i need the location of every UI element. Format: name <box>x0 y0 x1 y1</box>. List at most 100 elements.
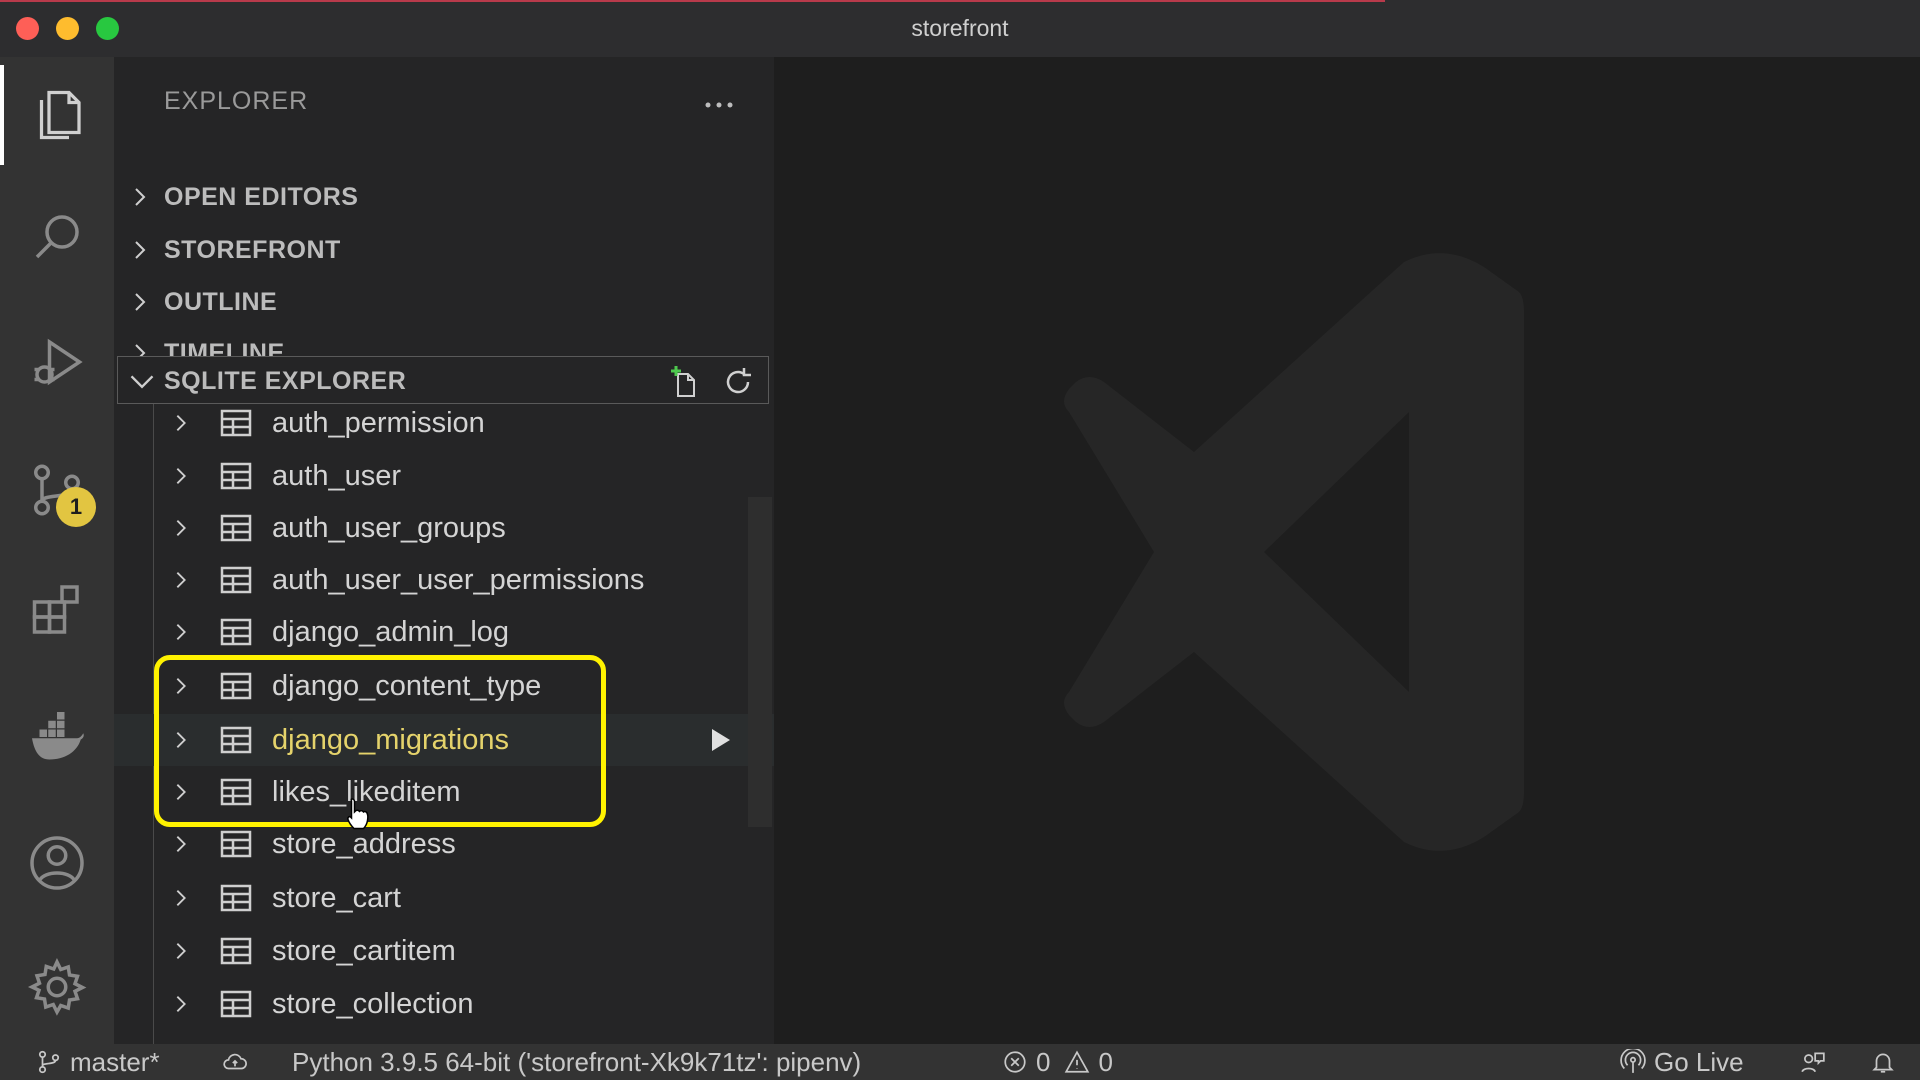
table-row-hovered[interactable]: django_migrations <box>114 714 774 766</box>
explorer-activity[interactable] <box>0 65 114 165</box>
error-icon <box>1004 1051 1026 1073</box>
table-icon <box>220 566 252 594</box>
section-open-editors[interactable]: OPEN EDITORS <box>114 171 774 223</box>
accounts-activity[interactable] <box>0 813 114 913</box>
section-label: SQLITE EXPLORER <box>164 367 407 395</box>
table-name: store_cartitem <box>272 934 456 967</box>
table-name: django_content_type <box>272 669 542 702</box>
source-control-activity[interactable] <box>0 440 114 540</box>
chevron-right-icon <box>176 836 186 852</box>
more-actions-icon[interactable] <box>694 85 744 125</box>
chevron-right-icon <box>176 890 186 906</box>
table-icon <box>220 830 252 858</box>
feedback-button[interactable] <box>1800 1046 1834 1078</box>
table-row[interactable]: auth_user_groups <box>114 502 774 554</box>
table-row[interactable]: store_address <box>114 818 774 870</box>
git-branch-icon <box>38 1050 60 1074</box>
table-icon <box>220 514 252 542</box>
table-row[interactable]: store_cartitem <box>114 925 774 977</box>
run-debug-activity[interactable] <box>0 312 114 412</box>
table-icon <box>220 884 252 912</box>
table-row[interactable]: django_content_type <box>114 660 774 712</box>
go-live-button[interactable]: Go Live <box>1620 1046 1744 1078</box>
warning-icon <box>1065 1050 1090 1073</box>
table-row[interactable]: auth_permission <box>114 404 774 449</box>
status-bar: master* Python 3.9.5 64-bit ('storefront… <box>0 1044 1920 1080</box>
branch-indicator[interactable]: master* <box>36 1046 160 1078</box>
table-name: auth_permission <box>272 406 485 439</box>
chevron-right-icon <box>135 241 146 259</box>
table-name: auth_user_groups <box>272 511 506 544</box>
chevron-right-icon <box>176 520 186 536</box>
chevron-right-icon <box>176 468 186 484</box>
go-live-label: Go Live <box>1654 1046 1744 1077</box>
chevron-right-icon <box>176 784 186 800</box>
scm-badge: 1 <box>56 487 96 527</box>
table-icon <box>220 937 252 965</box>
table-name: store_address <box>272 827 456 860</box>
open-database-icon[interactable] <box>666 362 706 402</box>
chevron-right-icon <box>176 678 186 694</box>
chevron-right-icon <box>176 732 186 748</box>
section-label: STOREFRONT <box>164 235 341 264</box>
title-bar: storefront <box>0 0 1920 58</box>
section-label: OPEN EDITORS <box>164 182 359 211</box>
table-row[interactable]: store_collection <box>114 978 774 1030</box>
chevron-right-icon <box>176 624 186 640</box>
warning-count: 0 <box>1098 1046 1113 1077</box>
docker-icon <box>32 712 84 760</box>
sync-button[interactable] <box>222 1046 256 1078</box>
feedback-icon <box>1801 1052 1825 1073</box>
notifications-button[interactable] <box>1870 1046 1904 1078</box>
table-row[interactable]: store_cart <box>114 872 774 924</box>
section-label: OUTLINE <box>164 287 278 316</box>
table-icon <box>220 618 252 646</box>
problems-indicator[interactable]: 0 0 <box>1002 1046 1113 1078</box>
section-outline[interactable]: OUTLINE <box>114 276 774 328</box>
broadcast-icon <box>1620 1049 1646 1073</box>
section-sqlite-explorer[interactable]: SQLITE EXPLORER <box>117 356 769 404</box>
chevron-right-icon <box>176 943 186 959</box>
table-name: django_admin_log <box>272 615 510 648</box>
settings-icon <box>27 957 87 1016</box>
table-row[interactable]: likes_likeditem <box>114 766 774 818</box>
table-row[interactable]: auth_user <box>114 450 774 502</box>
play-icon[interactable] <box>706 726 734 754</box>
run-debug-icon <box>34 338 83 386</box>
table-icon <box>220 462 252 490</box>
table-name: auth_user <box>272 459 401 492</box>
extensions-icon <box>32 585 79 634</box>
explorer-sidebar: EXPLORER OPEN EDITORS STOREFRONT OUTLINE… <box>114 57 774 1044</box>
chevron-right-icon <box>135 188 146 206</box>
files-icon <box>39 90 81 140</box>
window-title: storefront <box>911 15 1009 41</box>
activity-bar: 1 <box>0 57 114 1044</box>
search-icon <box>35 215 79 259</box>
table-icon <box>220 990 252 1018</box>
refresh-icon[interactable] <box>718 362 758 402</box>
section-storefront[interactable]: STOREFRONT <box>114 224 774 276</box>
docker-activity[interactable] <box>0 687 114 787</box>
extensions-activity[interactable] <box>0 562 114 662</box>
table-name: django_migrations <box>272 723 509 756</box>
accounts-icon <box>30 836 84 890</box>
bell-icon <box>1872 1053 1894 1073</box>
search-activity[interactable] <box>0 187 114 287</box>
table-icon <box>220 726 252 754</box>
chevron-down-icon <box>130 375 154 389</box>
python-interpreter[interactable]: Python 3.9.5 64-bit ('storefront-Xk9k71t… <box>292 1046 861 1078</box>
chevron-right-icon <box>135 293 146 311</box>
table-row[interactable]: auth_user_user_permissions <box>114 554 774 606</box>
vscode-watermark-icon <box>1064 253 1524 851</box>
settings-activity[interactable] <box>0 937 114 1037</box>
sqlite-table-tree: auth_permission auth_user auth_user_grou… <box>114 404 774 1044</box>
table-icon <box>220 778 252 806</box>
cloud-upload-icon <box>223 1053 247 1070</box>
interpreter-label: Python 3.9.5 64-bit ('storefront-Xk9k71t… <box>292 1046 862 1077</box>
table-name: store_collection <box>272 987 474 1020</box>
table-row[interactable]: django_admin_log <box>114 606 774 658</box>
chevron-right-icon <box>176 996 186 1012</box>
scrollbar-thumb[interactable] <box>748 497 772 827</box>
chevron-right-icon <box>176 415 186 431</box>
editor-area <box>774 57 1920 1044</box>
